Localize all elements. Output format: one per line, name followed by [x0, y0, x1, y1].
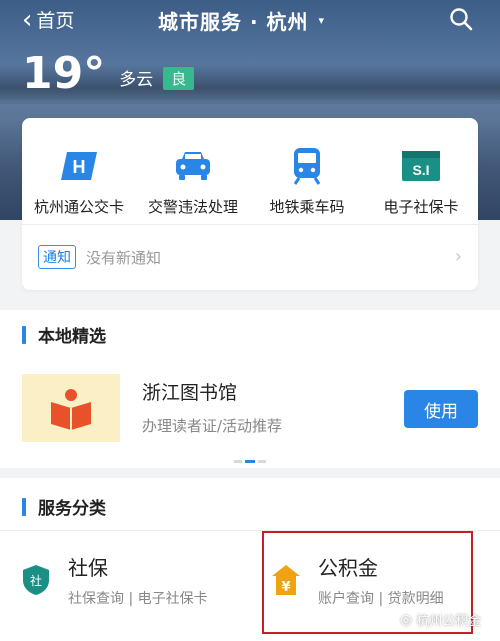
chevron-right-icon: ›: [454, 246, 462, 267]
service-label: 杭州通公交卡: [33, 198, 124, 216]
social-security-card-icon: S.I: [397, 146, 445, 186]
service-bus-card[interactable]: H 杭州通公交卡: [22, 146, 136, 217]
svg-text:S.I: S.I: [412, 162, 429, 178]
open-book-icon: [51, 389, 91, 430]
search-icon[interactable]: [449, 7, 473, 31]
temperature: 19°: [22, 48, 106, 99]
svg-text:社: 社: [30, 573, 42, 588]
chevron-left-icon: ‹: [22, 4, 33, 35]
back-button[interactable]: ‹ 首页: [22, 6, 74, 33]
carousel-dot: [234, 460, 242, 463]
svg-text:H: H: [73, 157, 86, 177]
service-label: 电子社保卡: [383, 198, 459, 216]
city-selector[interactable]: 城市服务 · 杭州 ▾: [158, 6, 325, 35]
wechat-icon: ◎: [400, 611, 413, 628]
watermark: ◎ 杭州公积金: [400, 611, 482, 630]
weather-condition: 多云: [119, 70, 154, 90]
heading-accent-bar: [22, 497, 26, 516]
page-title: 城市服务 · 杭州: [158, 10, 309, 34]
section-heading: 服务分类: [22, 494, 106, 519]
air-quality-badge: 良: [163, 67, 195, 90]
use-button[interactable]: 使用: [404, 390, 478, 428]
top-bar: ‹ 首页 城市服务 · 杭州 ▾: [0, 0, 500, 40]
traffic-police-car-icon: [169, 146, 217, 186]
category-subtitle: 社保查询 | 电子社保卡: [68, 591, 208, 607]
bus-card-icon: H: [55, 146, 103, 186]
quick-services-card: H 杭州通公交卡 交警违法处理 地铁乘车码 S.I 电子社保卡 通知 没有新通知…: [22, 118, 478, 290]
weather-summary: 19° 多云 良: [22, 48, 195, 99]
carousel-dot: [258, 460, 266, 463]
library-name[interactable]: 浙江图书馆: [142, 378, 237, 405]
notice-tag: 通知: [38, 245, 76, 269]
metro-train-icon: [283, 146, 331, 186]
heading-accent-bar: [22, 325, 26, 344]
carousel-dot-active: [245, 460, 255, 463]
section-heading: 本地精选: [22, 322, 106, 347]
social-security-shield-icon: 社: [23, 565, 49, 595]
category-name: 社保: [68, 556, 108, 580]
service-label: 交警违法处理: [147, 198, 238, 216]
caret-down-icon: ▾: [318, 14, 326, 27]
library-subtitle: 办理读者证/活动推荐: [142, 417, 283, 435]
notice-row[interactable]: 通知 没有新通知 ›: [38, 242, 462, 272]
notice-text: 没有新通知: [86, 248, 162, 267]
back-label: 首页: [36, 10, 75, 32]
service-label: 地铁乘车码: [269, 198, 345, 216]
divider: [22, 224, 478, 225]
service-social-security-card[interactable]: S.I 电子社保卡: [364, 146, 478, 217]
service-traffic-police[interactable]: 交警违法处理: [136, 146, 250, 217]
carousel-indicator: [234, 460, 269, 463]
library-thumbnail[interactable]: [22, 374, 120, 442]
category-social-security[interactable]: 社 社保 社保查询 | 电子社保卡: [22, 548, 242, 618]
service-metro-code[interactable]: 地铁乘车码: [250, 146, 364, 217]
